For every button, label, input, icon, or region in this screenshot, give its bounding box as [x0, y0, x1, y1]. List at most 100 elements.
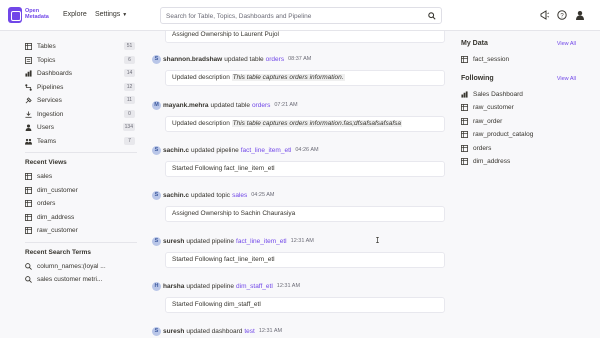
recent-views-title: Recent Views	[25, 159, 67, 166]
recent-search-item[interactable]: sales customer metri...	[25, 273, 137, 287]
count-badge: 12	[124, 82, 135, 91]
following-title: Following	[461, 74, 494, 82]
nav-settings[interactable]: Settings ▼	[95, 11, 127, 18]
feed-user[interactable]: shannon.bradshaw	[163, 56, 222, 63]
feed-entity-link[interactable]: sales	[232, 192, 247, 199]
avatar[interactable]: S	[152, 326, 161, 336]
following-label: raw_customer	[473, 104, 514, 112]
divider	[25, 241, 137, 243]
feed-action: updated pipeline	[186, 237, 235, 245]
following-item[interactable]: raw_customer	[461, 101, 576, 115]
search-input[interactable]	[166, 11, 421, 21]
feed-entity-link[interactable]: test	[244, 328, 254, 335]
table-icon	[25, 186, 32, 194]
following-item[interactable]: raw_product_catalog	[461, 128, 576, 142]
avatar[interactable]: S	[152, 145, 161, 155]
my-data-title: My Data	[461, 40, 488, 47]
avatar[interactable]: H	[152, 281, 161, 291]
feed-user[interactable]: suresh	[163, 238, 184, 245]
chevron-down-icon: ▼	[122, 12, 128, 18]
announcement-icon[interactable]	[540, 10, 550, 20]
my-data-view-all-link[interactable]: View All	[557, 41, 576, 47]
avatar[interactable]: M	[152, 100, 161, 110]
feed-entity-link[interactable]: fact_line_item_etl	[236, 238, 287, 245]
feed-message-text: Started Following dim_staff_etl	[172, 301, 261, 308]
feed-action: updated topic	[191, 191, 231, 199]
count-badge: 11	[124, 96, 135, 104]
following-label: raw_product_catalog	[473, 131, 534, 139]
feed-entity-link[interactable]: fact_line_item_etl	[241, 147, 292, 154]
dashboard-icon	[461, 91, 468, 98]
feed-entry-header: S suresh updated dashboard test 12:31 AM	[152, 326, 284, 336]
sidebar-item-users[interactable]: Users 134	[25, 121, 137, 135]
feed-entity-link[interactable]: dim_staff_etl	[236, 283, 273, 290]
search-icon	[25, 262, 32, 270]
recent-view-item[interactable]: dim_address	[25, 211, 137, 225]
following-view-all-link[interactable]: View All	[557, 76, 576, 82]
recent-view-item[interactable]: orders	[25, 197, 137, 211]
recent-view-item[interactable]: sales	[25, 170, 137, 184]
feed-entry-header: S suresh updated pipeline fact_line_item…	[152, 236, 316, 246]
feed-time: 08:37 AM	[288, 56, 312, 62]
following-label: dim_address	[473, 158, 511, 166]
help-icon[interactable]: ?	[557, 10, 567, 20]
following-item[interactable]: orders	[461, 142, 576, 156]
recent-search-item[interactable]: column_names:(loyal ...	[25, 260, 137, 274]
sidebar-item-teams[interactable]: Teams 7	[25, 135, 137, 149]
sidebar-item-tables[interactable]: Tables 51	[25, 40, 137, 54]
avatar[interactable]: S	[152, 54, 161, 64]
sidebar-item-services[interactable]: Services 11	[25, 94, 137, 108]
feed-user[interactable]: harsha	[163, 283, 184, 290]
nav-settings-label: Settings	[95, 11, 121, 18]
recent-view-item[interactable]: raw_customer	[25, 224, 137, 238]
feed-action: updated table	[224, 55, 264, 63]
recent-view-label: dim_customer	[37, 186, 78, 194]
sidebar-item-label: Tables	[37, 43, 56, 51]
brand-name[interactable]: Open Metadata	[25, 8, 49, 20]
following-item[interactable]: Sales Dashboard	[461, 88, 576, 102]
my-data-item[interactable]: fact_session	[461, 53, 576, 67]
divider	[25, 152, 137, 153]
following-item[interactable]: raw_order	[461, 115, 576, 129]
ingestion-icon	[25, 111, 32, 118]
feed-time: 12:31 AM	[258, 328, 283, 334]
sidebar-item-pipelines[interactable]: Pipelines 12	[25, 81, 137, 95]
following-item[interactable]: dim_address	[461, 155, 576, 169]
avatar[interactable]: S	[152, 190, 161, 200]
feed-message-text: Updated description	[172, 120, 230, 127]
feed-entity-link[interactable]: orders	[266, 56, 284, 63]
feed-message-text: Started Following fact_line_item_etl	[172, 165, 275, 172]
feed-message-text: Assigned Ownership to Laurent Pujol	[172, 31, 279, 38]
user-avatar-icon[interactable]	[575, 10, 585, 20]
feed-user[interactable]: sachin.c	[163, 147, 189, 154]
count-badge: 7	[124, 136, 135, 145]
recent-search-label: sales customer metri...	[37, 276, 103, 284]
table-icon	[25, 213, 32, 221]
search-bar[interactable]	[160, 7, 442, 24]
pipeline-icon	[25, 84, 32, 91]
top-header: Open Metadata Explore Settings▼ ?	[0, 0, 600, 31]
feed-description: This table captures orders information.	[231, 74, 345, 81]
feed-entry-header: S shannon.bradshaw updated table orders …	[152, 54, 313, 64]
activity-feed: Assigned Ownership to Laurent Pujol S sh…	[150, 31, 446, 338]
sidebar-item-label: Ingestion	[37, 110, 64, 118]
sidebar-item-topics[interactable]: Topics 6	[25, 54, 137, 68]
feed-message-text: Assigned Ownership to Sachin Chaurasiya	[172, 210, 296, 217]
feed-entry-header: M mayank.mehra updated table orders 07:2…	[152, 100, 300, 110]
text-cursor-icon	[376, 237, 379, 243]
sidebar-item-ingestion[interactable]: Ingestion 0	[25, 108, 137, 122]
openmetadata-logo[interactable]	[8, 7, 22, 23]
feed-user[interactable]: mayank.mehra	[163, 102, 209, 109]
sidebar-item-dashboards[interactable]: Dashboards 14	[25, 67, 137, 81]
right-sidebar: My Data View All fact_session Following …	[461, 40, 576, 169]
feed-entity-link[interactable]: orders	[252, 102, 270, 109]
recent-view-item[interactable]: dim_customer	[25, 184, 137, 198]
feed-user[interactable]: sachin.c	[163, 192, 189, 199]
nav-explore[interactable]: Explore	[63, 11, 87, 18]
feed-user[interactable]: suresh	[163, 328, 184, 335]
avatar[interactable]: S	[152, 236, 161, 246]
teams-icon	[25, 138, 32, 145]
search-icon[interactable]	[428, 12, 436, 20]
feed-message: Assigned Ownership to Laurent Pujol	[165, 31, 445, 43]
feed-entry-header: S sachin.c updated pipeline fact_line_it…	[152, 145, 321, 155]
